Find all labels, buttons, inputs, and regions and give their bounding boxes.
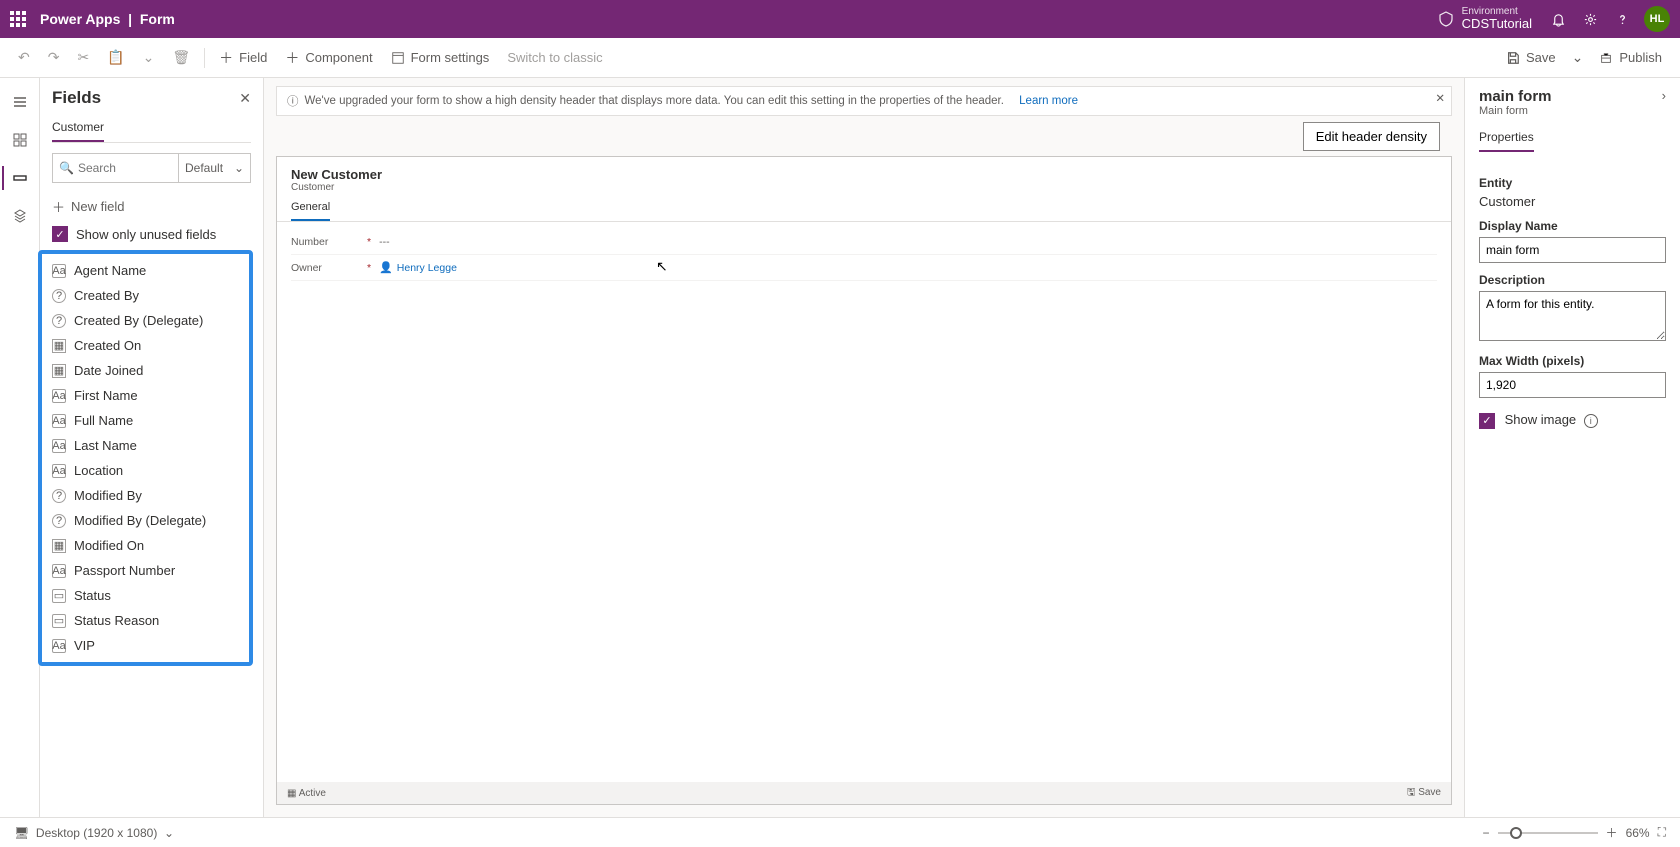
prop-maxwidth-input[interactable] xyxy=(1479,372,1666,398)
field-item[interactable]: ?Modified By (Delegate) xyxy=(42,508,249,533)
environment-picker[interactable]: Environment CDSTutorial xyxy=(1438,6,1532,31)
app-header: Power Apps | Form Environment CDSTutoria… xyxy=(0,0,1680,38)
info-icon: ⓘ xyxy=(287,93,299,109)
environment-name: CDSTutorial xyxy=(1462,17,1532,31)
paste-button[interactable]: 📋 xyxy=(99,42,132,74)
delete-button[interactable]: 🗑 xyxy=(164,42,198,74)
left-rail xyxy=(0,78,40,817)
environment-icon xyxy=(1438,11,1454,27)
prop-entity-value: Customer xyxy=(1479,194,1666,209)
paste-dropdown[interactable]: ⌄ xyxy=(135,42,163,74)
field-item[interactable]: ?Created By (Delegate) xyxy=(42,308,249,333)
fields-pane: Fields ✕ Customer 🔍 Default⌄ ＋New field … xyxy=(40,78,264,817)
rail-tree-icon[interactable] xyxy=(2,198,38,234)
header-density-notice: ⓘ We've upgraded your form to show a hig… xyxy=(276,86,1452,116)
props-title: main form xyxy=(1479,88,1552,105)
field-item[interactable]: AaAgent Name xyxy=(42,258,249,283)
main-layout: Fields ✕ Customer 🔍 Default⌄ ＋New field … xyxy=(0,78,1680,817)
properties-pane: main form Main form › Properties Entity … xyxy=(1464,78,1680,817)
form-tab-general[interactable]: General xyxy=(291,197,330,221)
add-component-button[interactable]: ＋Component xyxy=(277,42,380,74)
new-field-button[interactable]: ＋New field xyxy=(52,191,251,222)
field-item[interactable]: AaPassport Number xyxy=(42,558,249,583)
settings-icon[interactable] xyxy=(1574,3,1606,35)
field-item[interactable]: AaFull Name xyxy=(42,408,249,433)
command-bar: ↶ ↷ ✂ 📋 ⌄ 🗑 ＋Field ＋Component Form setti… xyxy=(0,38,1680,78)
learn-more-link[interactable]: Learn more xyxy=(1019,95,1078,107)
notifications-icon[interactable] xyxy=(1542,3,1574,35)
rail-fields-icon[interactable] xyxy=(2,160,38,196)
zoom-out-button[interactable]: − xyxy=(1483,826,1490,840)
edit-header-density-button[interactable]: Edit header density xyxy=(1303,122,1440,151)
form-row[interactable]: Owner*👤Henry Legge xyxy=(291,255,1437,281)
form-footer: ▦ Active 🖫 Save xyxy=(277,782,1451,804)
zoom-control: − ＋ 66% ⛶ xyxy=(1483,824,1666,841)
rail-hamburger-icon[interactable] xyxy=(2,84,38,120)
prop-displayname-label: Display Name xyxy=(1479,219,1666,233)
notice-close-icon[interactable]: ✕ xyxy=(1435,91,1445,105)
zoom-value: 66% xyxy=(1626,826,1650,840)
environment-label: Environment xyxy=(1462,6,1532,17)
zoom-in-button[interactable]: ＋ xyxy=(1606,824,1618,841)
field-item[interactable]: ?Created By xyxy=(42,283,249,308)
switch-to-classic-link[interactable]: Switch to classic xyxy=(499,42,610,74)
prop-maxwidth-label: Max Width (pixels) xyxy=(1479,354,1666,368)
field-item[interactable]: AaLast Name xyxy=(42,433,249,458)
viewport-picker[interactable]: 🖥 Desktop (1920 x 1080) ⌄ xyxy=(14,826,174,840)
field-list: AaAgent Name?Created By?Created By (Dele… xyxy=(38,250,253,666)
help-icon[interactable] xyxy=(1606,3,1638,35)
props-subtitle: Main form xyxy=(1479,105,1552,117)
form-row[interactable]: Number*--- xyxy=(291,230,1437,255)
prop-description-label: Description xyxy=(1479,273,1666,287)
field-item[interactable]: ▦Modified On xyxy=(42,533,249,558)
show-unused-checkbox-row[interactable]: ✓ Show only unused fields xyxy=(52,222,251,250)
redo-button[interactable]: ↷ xyxy=(40,42,68,74)
props-expand-icon[interactable]: › xyxy=(1662,88,1666,103)
form-subtitle: Customer xyxy=(291,182,1437,193)
form-title: New Customer xyxy=(291,167,1437,182)
checkbox-icon: ✓ xyxy=(1479,413,1495,429)
app-launcher-icon[interactable] xyxy=(10,11,26,27)
prop-displayname-input[interactable] xyxy=(1479,237,1666,263)
fields-tab-customer[interactable]: Customer xyxy=(52,116,104,142)
app-title: Power Apps | Form xyxy=(40,11,175,27)
fields-search-row: 🔍 Default⌄ xyxy=(52,153,251,183)
rail-components-icon[interactable] xyxy=(2,122,38,158)
checkbox-icon: ✓ xyxy=(52,226,68,242)
prop-showimage-row[interactable]: ✓ Show image i xyxy=(1479,412,1666,429)
form-settings-button[interactable]: Form settings xyxy=(383,42,498,74)
status-bar: 🖥 Desktop (1920 x 1080) ⌄ − ＋ 66% ⛶ xyxy=(0,817,1680,847)
field-item[interactable]: ▭Status Reason xyxy=(42,608,249,633)
add-field-button[interactable]: ＋Field xyxy=(211,42,275,74)
prop-description-input[interactable] xyxy=(1479,291,1666,341)
undo-button[interactable]: ↶ xyxy=(10,42,38,74)
field-item[interactable]: ?Modified By xyxy=(42,483,249,508)
close-fields-pane-icon[interactable]: ✕ xyxy=(239,90,251,107)
props-tab-properties[interactable]: Properties xyxy=(1479,130,1534,152)
search-icon: 🔍 xyxy=(59,161,74,175)
field-item[interactable]: ▦Date Joined xyxy=(42,358,249,383)
form-body: Number*---Owner*👤Henry Legge xyxy=(277,222,1451,289)
form-canvas[interactable]: New Customer Customer General Number*---… xyxy=(276,156,1452,805)
fields-pane-title: Fields xyxy=(52,88,101,108)
zoom-fit-button[interactable]: ⛶ xyxy=(1658,825,1666,840)
field-item[interactable]: ▦Created On xyxy=(42,333,249,358)
fields-search-input[interactable] xyxy=(78,161,172,175)
user-avatar[interactable]: HL xyxy=(1644,6,1670,32)
prop-entity-label: Entity xyxy=(1479,176,1666,190)
save-dropdown[interactable]: ⌄ xyxy=(1564,42,1592,74)
save-button[interactable]: Save xyxy=(1498,42,1564,74)
info-icon[interactable]: i xyxy=(1584,414,1598,428)
publish-button[interactable]: Publish xyxy=(1591,42,1670,74)
cut-button[interactable]: ✂ xyxy=(69,42,97,74)
zoom-slider[interactable] xyxy=(1498,832,1598,834)
field-item[interactable]: AaVIP xyxy=(42,633,249,658)
fields-filter-dropdown[interactable]: Default⌄ xyxy=(178,154,250,182)
field-item[interactable]: AaFirst Name xyxy=(42,383,249,408)
field-item[interactable]: ▭Status xyxy=(42,583,249,608)
canvas-area: ⓘ We've upgraded your form to show a hig… xyxy=(264,78,1464,817)
field-item[interactable]: AaLocation xyxy=(42,458,249,483)
